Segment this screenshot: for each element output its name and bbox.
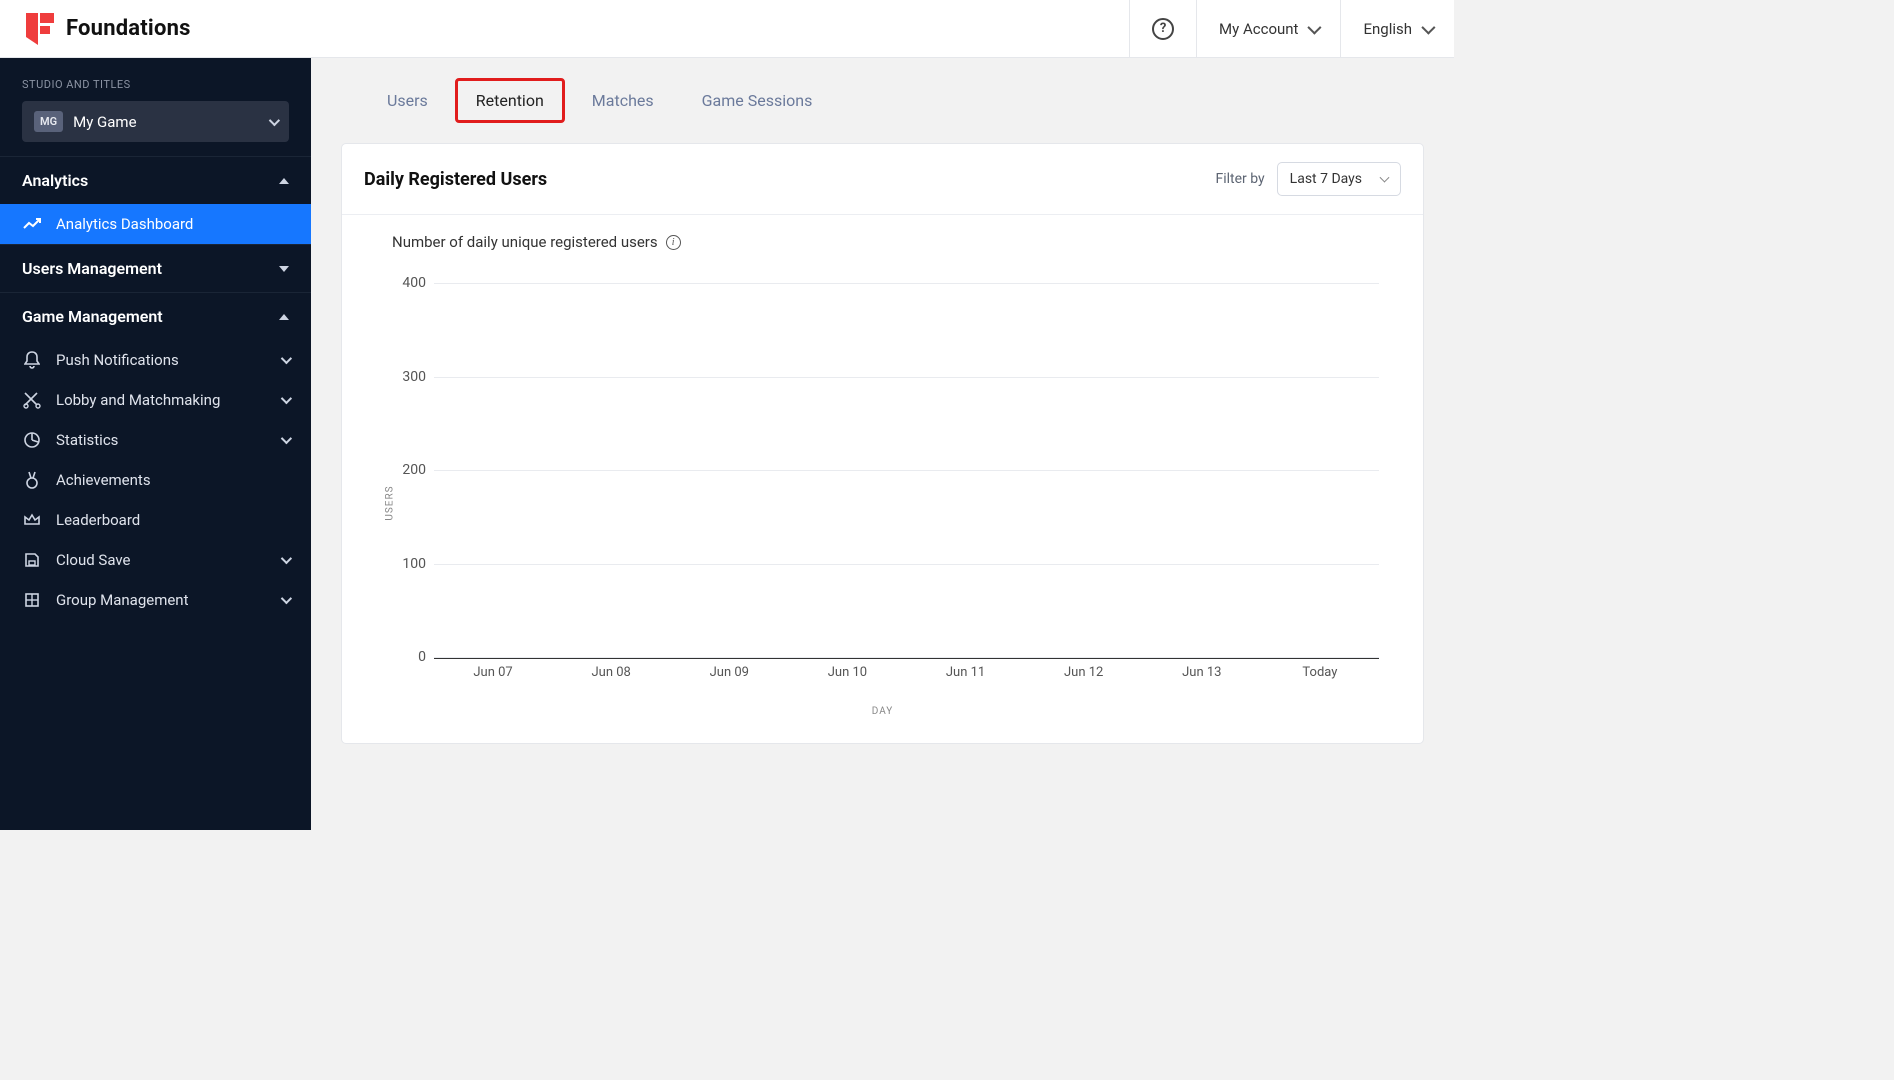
save-icon bbox=[22, 552, 42, 568]
main-content: Users Retention Matches Game Sessions Da… bbox=[311, 58, 1454, 830]
section-label: Users Management bbox=[22, 259, 162, 278]
title-badge: MG bbox=[34, 111, 63, 132]
section-label: Game Management bbox=[22, 307, 163, 326]
sidebar-item-label: Group Management bbox=[56, 591, 267, 609]
tab-users[interactable]: Users bbox=[366, 78, 449, 123]
filter-value: Last 7 Days bbox=[1290, 171, 1362, 187]
sidebar: STUDIO AND TITLES MG My Game Analytics A… bbox=[0, 58, 311, 830]
chevron-down-icon bbox=[1308, 20, 1322, 34]
caret-up-icon bbox=[279, 178, 289, 184]
info-icon[interactable]: i bbox=[666, 235, 681, 250]
panel-title: Daily Registered Users bbox=[364, 169, 547, 190]
chevron-down-icon bbox=[281, 393, 292, 404]
swords-icon bbox=[22, 391, 42, 409]
brand-logo-icon bbox=[26, 13, 54, 45]
y-tick-label: 300 bbox=[390, 369, 426, 385]
x-tick-label: Jun 12 bbox=[1064, 665, 1103, 680]
sidebar-item-label: Push Notifications bbox=[56, 351, 267, 369]
sidebar-item-label: Leaderboard bbox=[56, 511, 289, 529]
sidebar-item-lobby-matchmaking[interactable]: Lobby and Matchmaking bbox=[0, 380, 311, 420]
trend-up-icon bbox=[22, 217, 42, 231]
brand-logo: Foundations bbox=[0, 13, 311, 45]
my-account-label: My Account bbox=[1219, 20, 1298, 38]
x-tick-label: Jun 07 bbox=[473, 665, 512, 680]
caret-up-icon bbox=[279, 314, 289, 320]
my-account-menu[interactable]: My Account bbox=[1196, 0, 1340, 57]
brand-name: Foundations bbox=[66, 16, 191, 41]
sidebar-item-achievements[interactable]: Achievements bbox=[0, 460, 311, 500]
panel-header: Daily Registered Users Filter by Last 7 … bbox=[342, 144, 1423, 215]
sidebar-item-group-management[interactable]: Group Management bbox=[0, 580, 311, 620]
chevron-down-icon bbox=[281, 433, 292, 444]
sidebar-section-users-management[interactable]: Users Management bbox=[0, 244, 311, 292]
sidebar-item-label: Achievements bbox=[56, 471, 289, 489]
section-label: Analytics bbox=[22, 171, 88, 190]
title-selector[interactable]: MG My Game bbox=[22, 101, 289, 142]
filter-select[interactable]: Last 7 Days bbox=[1277, 162, 1401, 196]
help-button[interactable]: ? bbox=[1129, 0, 1196, 57]
sidebar-item-push-notifications[interactable]: Push Notifications bbox=[0, 340, 311, 380]
y-tick-label: 0 bbox=[390, 649, 426, 665]
tab-matches[interactable]: Matches bbox=[571, 78, 675, 123]
tab-game-sessions[interactable]: Game Sessions bbox=[681, 78, 834, 123]
x-axis-label: DAY bbox=[872, 706, 894, 717]
x-tick-label: Jun 09 bbox=[710, 665, 749, 680]
tab-label: Matches bbox=[592, 91, 654, 110]
crown-icon bbox=[22, 512, 42, 528]
sidebar-item-statistics[interactable]: Statistics bbox=[0, 420, 311, 460]
tab-label: Users bbox=[387, 91, 428, 110]
help-icon: ? bbox=[1152, 18, 1174, 40]
studio-label: STUDIO AND TITLES bbox=[0, 58, 311, 101]
language-menu[interactable]: English bbox=[1340, 0, 1454, 57]
chevron-down-icon bbox=[1380, 173, 1390, 183]
sidebar-item-label: Statistics bbox=[56, 431, 267, 449]
chevron-down-icon bbox=[1421, 20, 1435, 34]
caret-down-icon bbox=[279, 266, 289, 272]
group-icon bbox=[22, 592, 42, 608]
y-tick-label: 100 bbox=[390, 556, 426, 572]
y-axis-label: USERS bbox=[385, 485, 396, 520]
language-label: English bbox=[1363, 20, 1412, 38]
chevron-down-icon bbox=[269, 114, 280, 125]
top-header: Foundations ? My Account English bbox=[0, 0, 1454, 58]
grid-line bbox=[434, 657, 1379, 658]
chart: USERS 0100200300400Jun 07Jun 08Jun 09Jun… bbox=[372, 283, 1393, 723]
analytics-tabs: Users Retention Matches Game Sessions bbox=[311, 58, 1454, 141]
sidebar-item-label: Lobby and Matchmaking bbox=[56, 391, 267, 409]
sidebar-item-analytics-dashboard[interactable]: Analytics Dashboard bbox=[0, 204, 311, 244]
y-tick-label: 200 bbox=[390, 462, 426, 478]
pie-chart-icon bbox=[22, 431, 42, 449]
medal-icon bbox=[22, 471, 42, 489]
x-tick-label: Jun 10 bbox=[828, 665, 867, 680]
tab-label: Retention bbox=[476, 91, 544, 110]
chevron-down-icon bbox=[281, 353, 292, 364]
tab-label: Game Sessions bbox=[702, 91, 813, 110]
chevron-down-icon bbox=[281, 553, 292, 564]
chart-subtitle-row: Number of daily unique registered users … bbox=[342, 215, 1423, 255]
sidebar-section-analytics[interactable]: Analytics bbox=[0, 156, 311, 204]
filter-label: Filter by bbox=[1215, 171, 1264, 187]
chevron-down-icon bbox=[281, 593, 292, 604]
x-tick-label: Jun 08 bbox=[592, 665, 631, 680]
tab-retention[interactable]: Retention bbox=[455, 78, 565, 123]
sidebar-section-game-management[interactable]: Game Management bbox=[0, 292, 311, 340]
title-selected: My Game bbox=[73, 113, 259, 131]
x-tick-label: Jun 13 bbox=[1182, 665, 1221, 680]
sidebar-item-label: Analytics Dashboard bbox=[56, 215, 289, 233]
x-tick-label: Today bbox=[1302, 665, 1337, 680]
y-tick-label: 400 bbox=[390, 275, 426, 291]
chart-panel: Daily Registered Users Filter by Last 7 … bbox=[341, 143, 1424, 744]
sidebar-item-leaderboard[interactable]: Leaderboard bbox=[0, 500, 311, 540]
x-tick-label: Jun 11 bbox=[946, 665, 985, 680]
sidebar-item-cloud-save[interactable]: Cloud Save bbox=[0, 540, 311, 580]
bell-icon bbox=[22, 351, 42, 369]
sidebar-item-label: Cloud Save bbox=[56, 551, 267, 569]
chart-subtitle: Number of daily unique registered users bbox=[392, 233, 658, 251]
